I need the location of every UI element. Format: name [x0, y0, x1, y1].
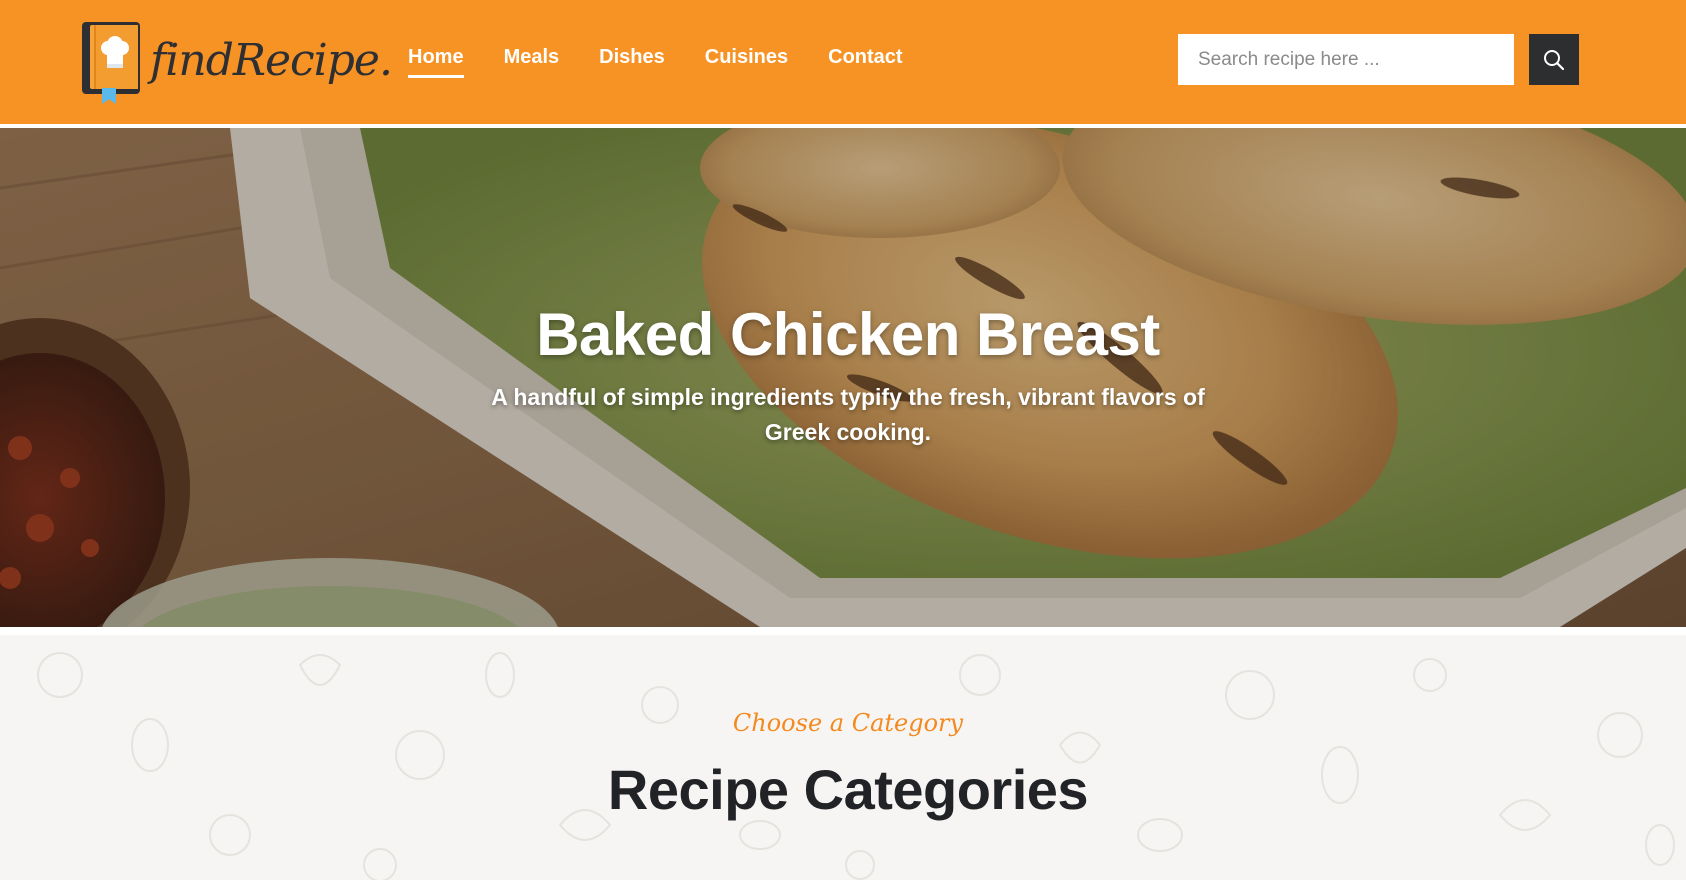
- hero-subtitle: A handful of simple ingredients typify t…: [491, 384, 1205, 445]
- nav-item-meals[interactable]: Meals: [504, 46, 560, 78]
- nav-item-contact[interactable]: Contact: [828, 46, 902, 78]
- hero-title: Baked Chicken Breast: [536, 301, 1160, 368]
- section-eyebrow: Choose a Category: [732, 709, 964, 737]
- main-nav: Home Meals Dishes Cuisines Contact: [408, 46, 903, 78]
- section-title: Recipe Categories: [607, 758, 1089, 821]
- hero-overlay: [0, 128, 1686, 627]
- search-button[interactable]: [1529, 34, 1579, 85]
- search-input[interactable]: [1178, 34, 1514, 85]
- search-icon: [1544, 49, 1565, 70]
- chef-hat-book-icon: [82, 22, 142, 104]
- nav-item-home[interactable]: Home: [408, 46, 464, 78]
- site-logo[interactable]: findRecipe.: [82, 20, 393, 104]
- site-header: findRecipe. Home Meals Dishes Cuisines C…: [0, 0, 1686, 124]
- brand-name: findRecipe.: [150, 34, 393, 86]
- hero-banner: Baked Chicken Breast A handful of simple…: [0, 128, 1686, 627]
- nav-item-dishes[interactable]: Dishes: [599, 46, 665, 78]
- nav-item-cuisines[interactable]: Cuisines: [705, 46, 788, 78]
- recipe-categories-section: Choose a Category Recipe Categories: [0, 635, 1686, 880]
